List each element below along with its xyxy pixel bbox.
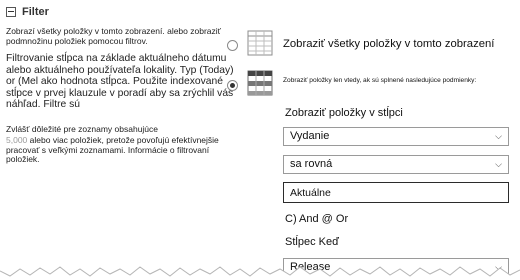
operator-select-value: sa rovná (290, 158, 333, 170)
operator-select[interactable]: sa rovná ⌵ (283, 155, 509, 174)
filter-section-header[interactable]: Filter (6, 6, 49, 18)
column-select-value: Vydanie (290, 130, 330, 142)
chevron-down-icon: ⌵ (495, 131, 502, 141)
description-filtering: Filtrovanie stĺpca na základe aktuálneho… (6, 53, 234, 111)
column-label: Zobraziť položky v stĺpci (285, 107, 403, 119)
column-select[interactable]: Vydanie ⌵ (283, 127, 509, 146)
radio-show-all[interactable] (227, 40, 238, 51)
filter-value-input[interactable]: Aktuálne (283, 182, 509, 203)
radio-show-filtered[interactable] (227, 80, 238, 91)
table-grid-highlighted-icon (247, 70, 273, 96)
description-important: Zvlášť dôležité pre zoznamy obsahujúce (6, 124, 159, 134)
section-title: Filter (22, 6, 49, 18)
chevron-down-icon: ⌵ (495, 159, 502, 169)
description-large-lists-text: alebo viac položiek, pretože povoľujú ef… (6, 135, 219, 165)
option-show-all-label[interactable]: Zobraziť všetky položky v tomto zobrazen… (283, 38, 494, 50)
and-or-radio-group[interactable]: C) And @ Or (285, 213, 348, 225)
description-intro: Zobrazí všetky položky v tomto zobrazení… (6, 26, 221, 46)
item-count: 5,000 (6, 135, 28, 145)
second-column-label: Stĺpec Keď (285, 236, 339, 248)
torn-edge-divider (0, 266, 520, 280)
table-grid-icon (247, 30, 273, 56)
option-show-filtered-label[interactable]: Zobraziť položky len vtedy, ak sú splnen… (283, 77, 476, 84)
collapse-minus-icon[interactable] (6, 7, 16, 17)
description-large-lists: 5,000 alebo viac položiek, pretože povoľ… (6, 135, 234, 165)
